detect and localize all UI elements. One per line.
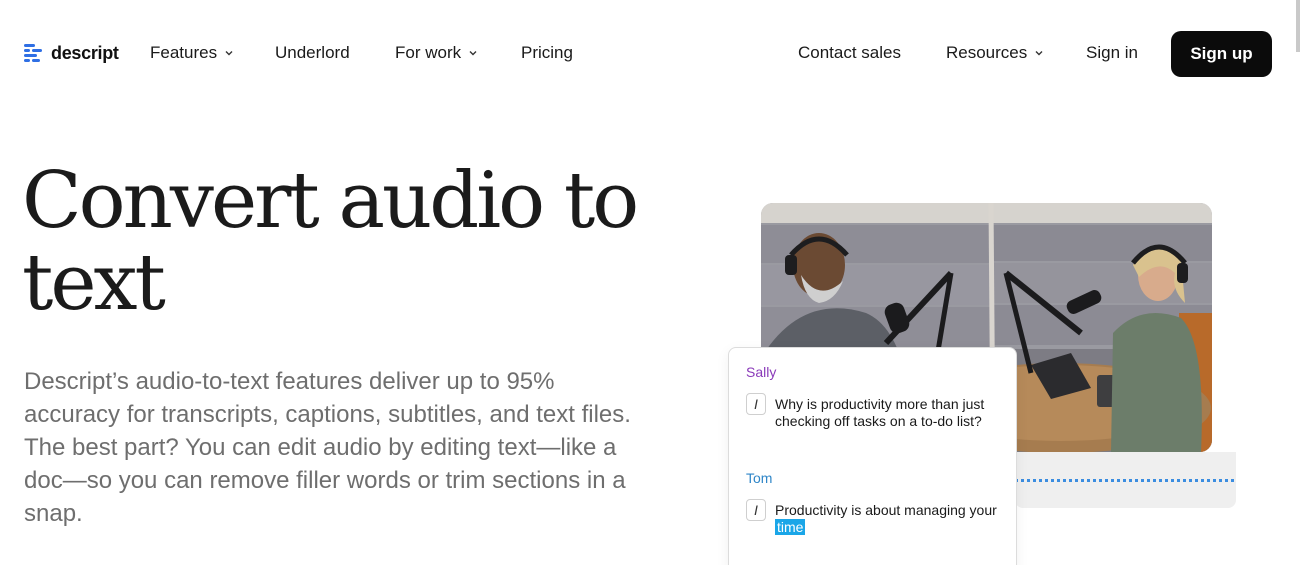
top-navigation: descript Features Underlord For work Pri… (0, 0, 1300, 108)
nav-pricing-label: Pricing (521, 43, 573, 62)
waveform-line (1015, 479, 1234, 482)
audio-waveform-track[interactable] (1015, 452, 1236, 508)
nav-sign-in-label: Sign in (1086, 43, 1138, 62)
nav-for-work-label: For work (395, 43, 462, 62)
nav-features-label: Features (150, 43, 218, 62)
nav-contact-sales-label: Contact sales (798, 43, 901, 62)
transcript-line-tom-text: Productivity is about managing your (775, 502, 997, 518)
transcript-line-tom[interactable]: Productivity is about managing your time (775, 502, 1003, 536)
nav-sign-in[interactable]: Sign in (1086, 43, 1138, 63)
descript-logo[interactable]: descript (24, 42, 119, 64)
text-cursor-icon: I (746, 499, 766, 521)
chevron-down-icon (225, 51, 233, 56)
scrollbar[interactable] (1296, 0, 1300, 52)
transcript-line-sally[interactable]: Why is productivity more than just check… (775, 396, 1005, 430)
nav-resources[interactable]: Resources (946, 43, 1044, 63)
nav-resources-label: Resources (946, 43, 1028, 62)
highlighted-word[interactable]: time (775, 519, 806, 535)
sign-up-button[interactable]: Sign up (1171, 31, 1272, 77)
hero-description: Descript’s audio-to-text features delive… (24, 368, 631, 527)
speaker-label-sally: Sally (746, 364, 777, 380)
nav-contact-sales[interactable]: Contact sales (798, 43, 901, 63)
nav-for-work[interactable]: For work (395, 43, 478, 63)
descript-logo-icon (24, 42, 44, 64)
text-cursor-icon: I (746, 393, 766, 415)
speaker-label-tom: Tom (746, 470, 773, 486)
nav-pricing[interactable]: Pricing (521, 43, 573, 63)
nav-underlord[interactable]: Underlord (275, 43, 350, 63)
nav-underlord-label: Underlord (275, 43, 350, 62)
page-title: Convert audio to text (22, 156, 639, 328)
logo-text: descript (51, 42, 119, 63)
chevron-down-icon (1035, 51, 1043, 56)
nav-features[interactable]: Features (150, 43, 234, 63)
chevron-down-icon (469, 51, 477, 56)
transcript-card: Sally I Why is productivity more than ju… (728, 347, 1017, 565)
